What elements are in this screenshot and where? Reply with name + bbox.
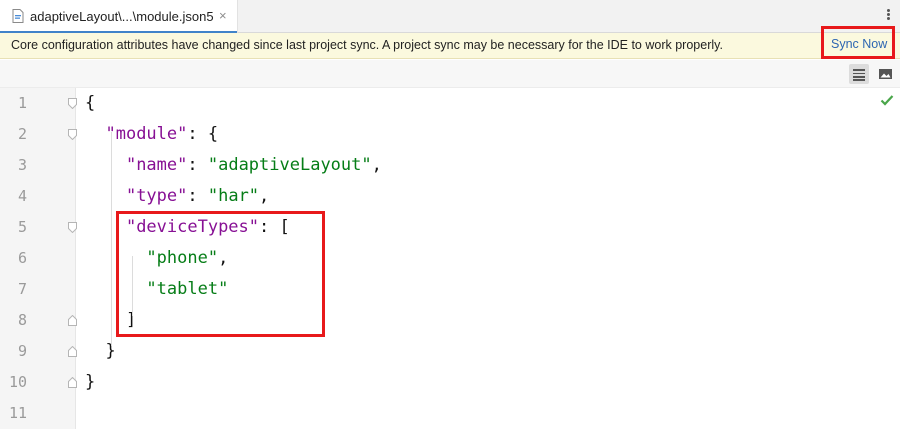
code-line: } [85, 367, 95, 398]
image-preview-icon[interactable] [876, 64, 896, 84]
close-icon[interactable]: × [219, 8, 227, 23]
line-number: 5 [17, 218, 27, 236]
line-number: 1 [17, 94, 27, 112]
code-line: { [85, 88, 95, 119]
fold-close-icon[interactable] [68, 377, 77, 388]
line-number-gutter: 1 2 3 4 5 6 7 8 9 10 11 [0, 88, 77, 429]
punctuation: , [259, 186, 270, 206]
punctuation: { [85, 93, 96, 113]
line-number: 7 [17, 280, 27, 298]
fold-close-icon[interactable] [68, 346, 77, 357]
indent-guide [132, 256, 133, 316]
json-file-icon [12, 9, 24, 23]
line-number: 3 [17, 156, 27, 174]
more-options-icon[interactable] [884, 8, 892, 24]
code-line: "type": "har", [85, 181, 269, 212]
fold-open-icon[interactable] [68, 222, 77, 233]
line-number: 2 [17, 125, 27, 143]
json-key: "name" [125, 155, 188, 175]
banner-message: Core configuration attributes have chang… [11, 38, 723, 52]
file-tab[interactable]: adaptiveLayout\...\module.json5 × [0, 0, 238, 34]
fold-close-icon[interactable] [68, 315, 77, 326]
indent-guide [111, 132, 112, 346]
line-number: 8 [17, 311, 27, 329]
punctuation [85, 124, 105, 144]
punctuation [85, 186, 126, 206]
punctuation: } [85, 372, 96, 392]
punctuation: , [371, 155, 382, 175]
sync-now-highlight [821, 26, 895, 59]
json-string: "har" [207, 186, 260, 206]
json-key: "type" [125, 186, 188, 206]
line-number: 10 [8, 373, 27, 391]
json-string: "adaptiveLayout" [207, 155, 372, 175]
punctuation: : [187, 186, 208, 206]
line-number: 11 [8, 404, 27, 422]
tab-title: adaptiveLayout\...\module.json5 [30, 9, 214, 24]
list-icon[interactable] [849, 64, 869, 84]
punctuation [85, 155, 126, 175]
fold-open-icon[interactable] [68, 98, 77, 109]
code-line: "module": { [85, 119, 218, 150]
line-number: 6 [17, 249, 27, 267]
device-types-highlight [116, 211, 325, 337]
line-number: 9 [17, 342, 27, 360]
fold-open-icon[interactable] [68, 129, 77, 140]
editor-toolbar [0, 60, 900, 88]
code-line: "name": "adaptiveLayout", [85, 150, 382, 181]
line-number: 4 [17, 187, 27, 205]
punctuation: : { [187, 124, 219, 144]
sync-notification-banner: Core configuration attributes have chang… [0, 33, 900, 59]
editor-tab-bar: adaptiveLayout\...\module.json5 × [0, 0, 900, 34]
json-key: "module" [105, 124, 188, 144]
punctuation: : [187, 155, 208, 175]
check-icon [880, 95, 894, 106]
